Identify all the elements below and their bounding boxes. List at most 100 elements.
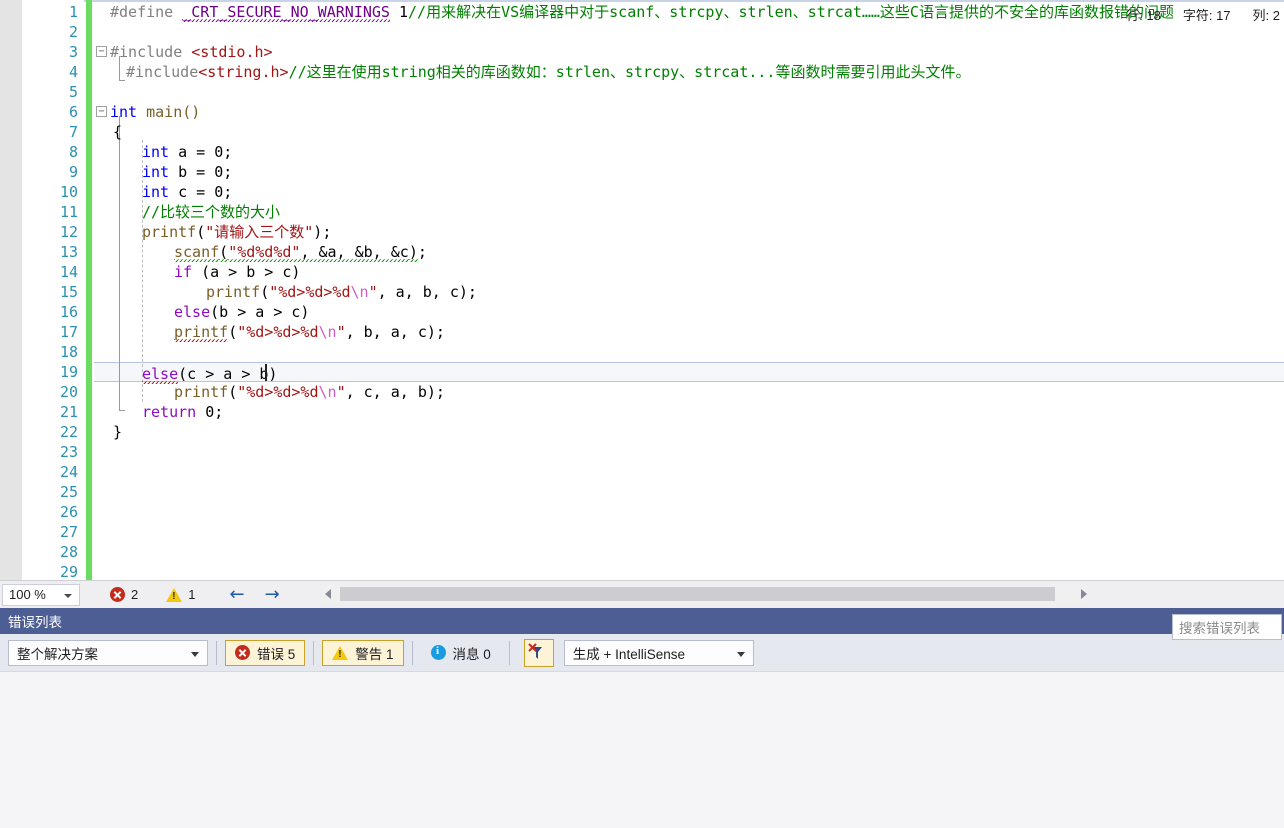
line-number: 21 xyxy=(59,403,78,421)
token-if: if xyxy=(174,263,193,281)
token-scanf: scanf xyxy=(174,243,220,264)
token-rparen: ) xyxy=(426,383,436,401)
code-text-surface[interactable]: #define _CRT_SECURE_NO_WARNINGS 1//用来解决在… xyxy=(94,0,1284,580)
token-semicolon: ; xyxy=(435,323,445,341)
code-line-9: int b = 0; xyxy=(142,162,232,182)
line-number: 12 xyxy=(59,223,78,241)
line-number: 15 xyxy=(59,283,78,301)
code-line-10: int c = 0; xyxy=(142,182,232,202)
warning-icon xyxy=(332,645,349,660)
navigate-forward-button[interactable]: → xyxy=(265,584,280,605)
token-format-string: "%d>%d>%d xyxy=(237,323,319,341)
token-printf-args: , c, a, b xyxy=(345,383,427,401)
scroll-left-icon[interactable] xyxy=(325,589,331,599)
token-rparen: ) xyxy=(426,323,436,341)
code-line-17: printf("%d>%d>%d\n", b, a, c); xyxy=(174,322,445,342)
clear-filter-button[interactable] xyxy=(523,638,554,667)
code-line-20: return 0; xyxy=(142,402,223,422)
line-number: 23 xyxy=(59,443,78,461)
code-line-8: int a = 0; xyxy=(142,142,232,162)
scrollbar-thumb[interactable] xyxy=(340,587,1055,601)
toolbar-separator xyxy=(216,640,217,665)
token-format-string: "%d>%d>%d xyxy=(269,283,351,301)
editor-outer-margin xyxy=(0,0,22,580)
code-line-19: printf("%d>%d>%d\n", c, a, b); xyxy=(174,382,445,402)
token-rparen: ) xyxy=(408,243,418,264)
status-warning-count-value: 1 xyxy=(188,587,196,602)
token-prompt-string: "请输入三个数" xyxy=(205,223,314,241)
token-int: int xyxy=(142,183,170,201)
messages-filter-button[interactable]: 消息 0 xyxy=(421,640,501,666)
token-scanf-format: "%d%d%d" xyxy=(228,243,301,264)
horizontal-scrollbar[interactable] xyxy=(322,585,1090,603)
forward-arrow-icon: → xyxy=(264,584,280,605)
status-warning-count[interactable]: 1 xyxy=(166,587,195,602)
token-one: 1 xyxy=(389,3,409,21)
token-comment-line11: //比较三个数的大小 xyxy=(142,203,281,221)
fold-toggle-icon[interactable]: − xyxy=(96,46,107,57)
scope-dropdown[interactable]: 整个解决方案 xyxy=(8,639,208,666)
line-number: 9 xyxy=(68,163,78,181)
token-format-close: " xyxy=(336,383,346,401)
line-number: 18 xyxy=(59,343,78,361)
build-filter-dropdown[interactable]: 生成 + IntelliSense xyxy=(563,639,754,666)
token-escape-newline: \n xyxy=(318,383,337,401)
warning-icon xyxy=(166,587,183,602)
code-line-11: //比较三个数的大小 xyxy=(142,202,280,222)
status-error-count[interactable]: 2 xyxy=(110,587,138,602)
toolbar-separator xyxy=(411,640,413,665)
chevron-down-icon xyxy=(191,651,199,657)
token-define: #define xyxy=(110,3,174,21)
status-error-count-value: 2 xyxy=(131,587,139,602)
code-line-18: else(c > a > b) xyxy=(142,364,277,384)
token-else: else xyxy=(174,303,211,321)
line-number: 1 xyxy=(68,3,78,21)
token-if-condition: (a > b > c) xyxy=(192,263,301,281)
zoom-level-dropdown[interactable]: 100 % xyxy=(2,583,80,606)
token-lparen: ( xyxy=(219,243,229,264)
code-line-16: else(b > a > c) xyxy=(174,302,309,322)
token-include: #include xyxy=(126,63,199,81)
caret-char: 字符: 17 xyxy=(1182,7,1231,23)
warnings-filter-button[interactable]: 警告 1 xyxy=(322,639,404,666)
token-lparen: ( xyxy=(228,323,238,341)
caret-column: 列: 2 xyxy=(1252,7,1280,23)
fold-bracket xyxy=(119,56,120,80)
token-lparen: ( xyxy=(260,283,270,301)
code-line-13: scanf("%d%d%d", &a, &b, &c); xyxy=(174,242,427,264)
line-number: 28 xyxy=(59,543,78,561)
code-line-7: { xyxy=(113,122,122,142)
build-filter-value: 生成 + IntelliSense xyxy=(572,646,685,662)
line-number: 11 xyxy=(59,203,78,221)
code-line-12: printf("请输入三个数"); xyxy=(142,222,331,242)
code-editor[interactable]: 1 2 3 4 5 6 7 8 9 10 11 12 13 14 15 16 1… xyxy=(0,0,1284,580)
block-bracket-cap xyxy=(119,410,125,411)
token-lparen: ( xyxy=(228,383,238,401)
navigate-back-button[interactable]: ← xyxy=(229,584,244,605)
fold-bracket-cap xyxy=(119,80,125,81)
line-number: 5 xyxy=(68,83,78,101)
errors-filter-button[interactable]: 错误 5 xyxy=(225,639,306,666)
back-arrow-icon: ← xyxy=(229,584,245,605)
line-number: 6 xyxy=(68,103,78,121)
token-decl-c: c = 0; xyxy=(169,183,233,201)
token-brace-close: } xyxy=(113,423,123,441)
line-number: 13 xyxy=(59,243,78,261)
token-int: int xyxy=(142,143,170,161)
error-list-title: 错误列表 xyxy=(0,608,1284,634)
search-error-list-input[interactable]: 搜索错误列表 xyxy=(1172,614,1282,640)
code-line-14: if (a > b > c) xyxy=(174,262,300,282)
token-comment-line1: //用来解决在VS编译器中对于scanf、strcpy、strlen、strca… xyxy=(408,3,1174,21)
line-number: 25 xyxy=(59,483,78,501)
block-bracket xyxy=(119,116,120,410)
token-printf-args: , a, b, c xyxy=(377,283,459,301)
warnings-filter-label: 警告 1 xyxy=(355,646,394,662)
token-printf: printf xyxy=(206,283,261,301)
token-semicolon: ; xyxy=(417,243,427,261)
token-format-close: " xyxy=(336,323,346,341)
error-icon xyxy=(110,587,125,602)
caret-line: 行: 18 xyxy=(1126,7,1161,23)
scroll-right-icon[interactable] xyxy=(1081,589,1087,599)
line-number: 27 xyxy=(59,523,78,541)
fold-toggle-icon[interactable]: − xyxy=(96,106,107,117)
